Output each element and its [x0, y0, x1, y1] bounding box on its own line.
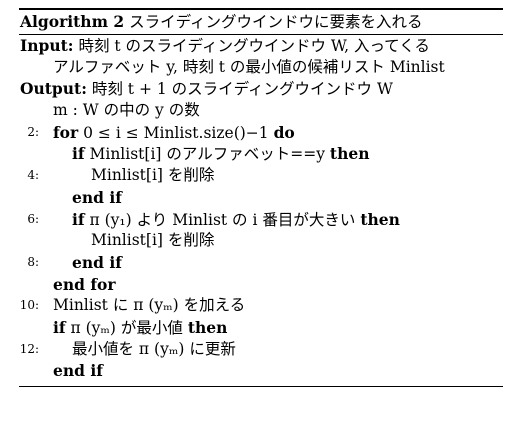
output-label: Output:: [20, 79, 87, 99]
line-number: 6:: [27, 211, 39, 226]
keyword-then: then: [187, 317, 228, 337]
code-line: end if: [19, 187, 503, 209]
code-line: Minlist[i] を削除: [19, 230, 503, 252]
algorithm-title: スライディングウインドウに要素を入れる: [129, 13, 423, 31]
code-text: π (y₁) より Minlist の i 番目が大きい: [89, 210, 356, 229]
keyword-end-if: end if: [72, 252, 122, 272]
input-line-1: Input: 時刻 t のスライディングウインドウ W, 入ってくる: [19, 35, 503, 57]
output-line-2: m : W の中の y の数: [19, 100, 503, 122]
keyword-end-if: end if: [53, 361, 103, 381]
code-line: 6: if π (y₁) より Minlist の i 番目が大きい then: [19, 209, 503, 231]
keyword-end-if: end if: [72, 187, 122, 207]
keyword-for: for: [53, 122, 79, 142]
line-number: 8:: [27, 254, 39, 269]
keyword-if: if: [72, 209, 85, 229]
line-number: 4:: [27, 168, 39, 183]
input-description-cont: アルファベット y, 時刻 t の最小値の候補リスト Minlist: [53, 57, 445, 76]
algorithm-number: Algorithm 2: [20, 12, 125, 31]
bottom-rule: [19, 386, 503, 387]
code-text: Minlist に π (yₘ) を加える: [53, 296, 246, 315]
keyword-end-for: end for: [53, 274, 116, 294]
line-number: 12:: [19, 341, 39, 356]
code-line: if Minlist[i] のアルファベット==y then: [19, 143, 503, 165]
keyword-if: if: [72, 144, 85, 164]
code-text: Minlist[i] を削除: [91, 166, 215, 185]
input-label: Input:: [20, 36, 74, 55]
input-description: 時刻 t のスライディングウインドウ W, 入ってくる: [78, 37, 430, 55]
code-line: 12: 最小値を π (yₘ) に更新: [19, 339, 503, 361]
code-line: 8: end if: [19, 252, 503, 274]
code-text: 0 ≤ i ≤ Minlist.size()−1: [83, 123, 269, 142]
line-number: 2:: [27, 124, 39, 139]
keyword-do: do: [273, 122, 295, 142]
code-line: end if: [19, 360, 503, 382]
code-text: π (yₘ) が最小値: [70, 318, 183, 337]
keyword-then: then: [329, 144, 370, 164]
input-line-2: アルファベット y, 時刻 t の最小値の候補リスト Minlist: [19, 57, 503, 79]
keyword-if: if: [53, 317, 66, 337]
code-text: 最小値を π (yₘ) に更新: [72, 339, 236, 358]
output-line-1: Output: 時刻 t + 1 のスライディングウインドウ W: [19, 78, 503, 100]
algorithm-block: Algorithm 2 スライディングウインドウに要素を入れる Input: 時…: [19, 8, 503, 387]
code-text: Minlist[i] を削除: [91, 231, 215, 250]
output-description: 時刻 t + 1 のスライディングウインドウ W: [91, 80, 393, 99]
code-line: end for: [19, 274, 503, 296]
output-description-cont: m : W の中の y の数: [53, 101, 200, 120]
algorithm-caption: Algorithm 2 スライディングウインドウに要素を入れる: [19, 10, 503, 34]
code-line: if π (yₘ) が最小値 then: [19, 317, 503, 339]
code-line: 4: Minlist[i] を削除: [19, 165, 503, 187]
code-line: 10: Minlist に π (yₘ) を加える: [19, 295, 503, 317]
code-line: 2: for 0 ≤ i ≤ Minlist.size()−1 do: [19, 122, 503, 144]
keyword-then: then: [360, 209, 400, 229]
line-number: 10:: [19, 298, 39, 313]
code-text: Minlist[i] のアルファベット==y: [89, 145, 325, 164]
